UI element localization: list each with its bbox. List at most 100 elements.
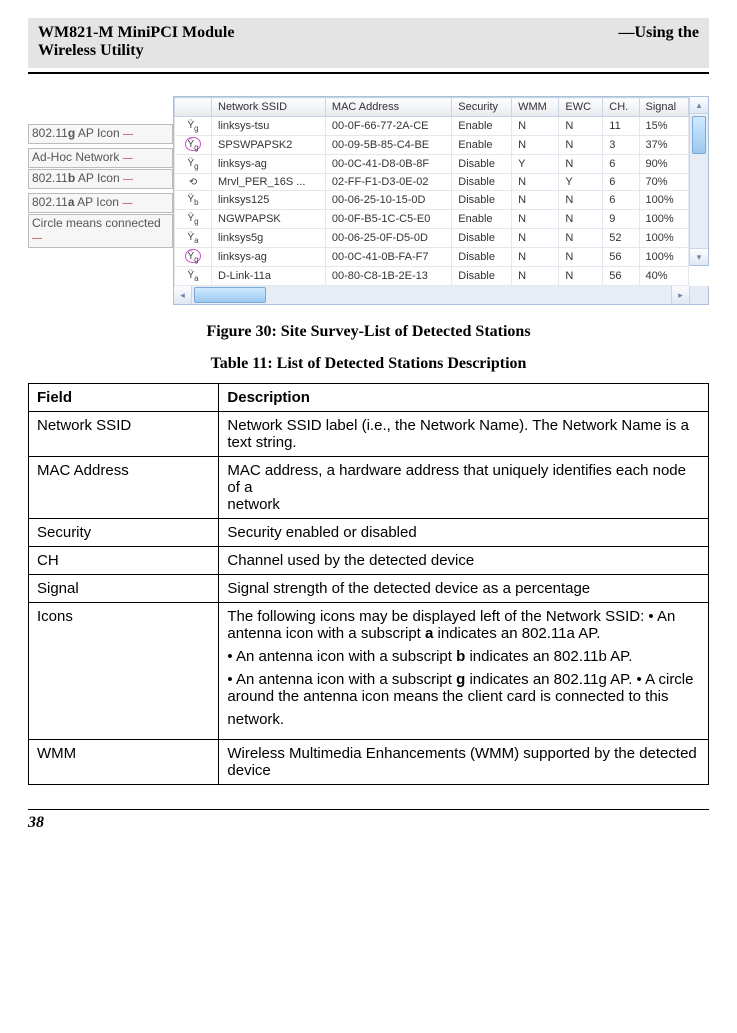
scroll-down-arrow-icon[interactable]: ▾ xyxy=(690,248,708,265)
cell-mac: 02-FF-F1-D3-0E-02 xyxy=(325,174,451,191)
table-row[interactable]: ŸgNGWPAPSK00-0F-B5-1C-C5-E0EnableNN9100% xyxy=(175,210,689,229)
cell-mac: 00-0C-41-D8-0B-8F xyxy=(325,155,451,174)
antenna-a-icon: Ÿa xyxy=(175,267,212,286)
cell-ssid: linksys-ag xyxy=(212,155,326,174)
cell-signal: 15% xyxy=(639,117,688,136)
cell-security: Enable xyxy=(452,136,512,155)
desc-description: Security enabled or disabled xyxy=(219,519,709,547)
antenna-g-icon: Ÿg xyxy=(175,248,212,267)
cell-signal: 70% xyxy=(639,174,688,191)
desc-header-field: Field xyxy=(29,384,219,412)
desc-description: The following icons may be displayed lef… xyxy=(219,603,709,740)
cell-signal: 100% xyxy=(639,248,688,267)
desc-row: IconsThe following icons may be displaye… xyxy=(29,603,709,740)
annotation-label: 802.11g AP Icon — xyxy=(28,124,173,144)
column-header[interactable]: Signal xyxy=(639,98,688,117)
table-row[interactable]: Ÿalinksys5g00-06-25-0F-D5-0DDisableNN521… xyxy=(175,229,689,248)
table-row[interactable]: ⟲Mrvl_PER_16S ...02-FF-F1-D3-0E-02Disabl… xyxy=(175,174,689,191)
cell-ch: 3 xyxy=(603,136,639,155)
cell-security: Disable xyxy=(452,248,512,267)
h-scroll-track[interactable] xyxy=(192,286,671,304)
antenna-a-icon: Ÿa xyxy=(175,229,212,248)
desc-header-description: Description xyxy=(219,384,709,412)
cell-ssid: linksys-tsu xyxy=(212,117,326,136)
desc-row: WMMWireless Multimedia Enhancements (WMM… xyxy=(29,740,709,785)
cell-ewc: N xyxy=(559,248,603,267)
cell-ewc: N xyxy=(559,267,603,286)
cell-signal: 90% xyxy=(639,155,688,174)
cell-security: Disable xyxy=(452,191,512,210)
antenna-g-icon: Ÿg xyxy=(175,117,212,136)
cell-signal: 100% xyxy=(639,210,688,229)
cell-signal: 40% xyxy=(639,267,688,286)
figure-caption: Figure 30: Site Survey-List of Detected … xyxy=(28,323,709,341)
desc-row: Network SSIDNetwork SSID label (i.e., th… xyxy=(29,412,709,457)
stations-header-row: Network SSIDMAC AddressSecurityWMMEWCCH.… xyxy=(175,98,689,117)
column-header[interactable]: MAC Address xyxy=(325,98,451,117)
desc-field: Network SSID xyxy=(29,412,219,457)
column-header[interactable]: Security xyxy=(452,98,512,117)
cell-security: Disable xyxy=(452,267,512,286)
cell-ch: 11 xyxy=(603,117,639,136)
annotation-label: 802.11a AP Icon — xyxy=(28,193,173,213)
v-scroll-thumb[interactable] xyxy=(692,116,706,154)
v-scroll-track[interactable] xyxy=(690,116,708,248)
cell-wmm: N xyxy=(512,267,559,286)
scroll-corner xyxy=(689,286,708,304)
vertical-scrollbar[interactable]: ▴ ▾ xyxy=(689,96,709,266)
column-header[interactable]: EWC xyxy=(559,98,603,117)
annotation-labels: 802.11g AP Icon —Ad-Hoc Network —802.11b… xyxy=(28,96,173,252)
cell-signal: 100% xyxy=(639,191,688,210)
cell-mac: 00-06-25-0F-D5-0D xyxy=(325,229,451,248)
column-header[interactable]: Network SSID xyxy=(212,98,326,117)
scroll-up-arrow-icon[interactable]: ▴ xyxy=(690,97,708,114)
cell-ch: 52 xyxy=(603,229,639,248)
horizontal-scrollbar[interactable]: ◂ ▸ xyxy=(173,286,709,305)
table-row[interactable]: Ÿglinksys-tsu00-0F-66-77-2A-CEEnableNN11… xyxy=(175,117,689,136)
header-right: —Using the xyxy=(619,24,699,41)
column-header[interactable]: CH. xyxy=(603,98,639,117)
desc-row: CHChannel used by the detected device xyxy=(29,547,709,575)
antenna-g-icon: Ÿg xyxy=(175,155,212,174)
desc-row: MAC AddressMAC address, a hardware addre… xyxy=(29,457,709,519)
cell-security: Disable xyxy=(452,229,512,248)
table-row[interactable]: ŸgSPSWPAPSK200-09-5B-85-C4-BEEnableNN337… xyxy=(175,136,689,155)
cell-security: Enable xyxy=(452,210,512,229)
cell-ewc: N xyxy=(559,210,603,229)
cell-wmm: N xyxy=(512,117,559,136)
site-survey-screenshot: 802.11g AP Icon —Ad-Hoc Network —802.11b… xyxy=(28,96,709,305)
annotation-label: 802.11b AP Icon — xyxy=(28,169,173,189)
desc-row: SignalSignal strength of the detected de… xyxy=(29,575,709,603)
desc-description: MAC address, a hardware address that uni… xyxy=(219,457,709,519)
cell-ewc: N xyxy=(559,191,603,210)
cell-ssid: D-Link-11a xyxy=(212,267,326,286)
cell-wmm: Y xyxy=(512,155,559,174)
cell-security: Disable xyxy=(452,174,512,191)
page-number: 38 xyxy=(28,809,709,832)
header-left-line2: Wireless Utility xyxy=(38,42,144,59)
column-header[interactable]: WMM xyxy=(512,98,559,117)
col-icon[interactable] xyxy=(175,98,212,117)
table-row[interactable]: Ÿglinksys-ag00-0C-41-0B-FA-F7DisableNN56… xyxy=(175,248,689,267)
cell-signal: 100% xyxy=(639,229,688,248)
scroll-left-arrow-icon[interactable]: ◂ xyxy=(174,286,192,304)
cell-wmm: N xyxy=(512,174,559,191)
table-row[interactable]: Ÿblinksys12500-06-25-10-15-0DDisableNN61… xyxy=(175,191,689,210)
desc-field: Icons xyxy=(29,603,219,740)
cell-ssid: NGWPAPSK xyxy=(212,210,326,229)
h-scroll-thumb[interactable] xyxy=(194,287,266,303)
cell-ssid: linksys-ag xyxy=(212,248,326,267)
desc-description: Wireless Multimedia Enhancements (WMM) s… xyxy=(219,740,709,785)
annotation-label: Circle means connected — xyxy=(28,214,173,248)
cell-ewc: N xyxy=(559,117,603,136)
table-row[interactable]: Ÿglinksys-ag00-0C-41-D8-0B-8FDisableYN69… xyxy=(175,155,689,174)
cell-wmm: N xyxy=(512,229,559,248)
cell-ewc: N xyxy=(559,229,603,248)
cell-signal: 37% xyxy=(639,136,688,155)
cell-ewc: N xyxy=(559,136,603,155)
table-row[interactable]: ŸaD-Link-11a00-80-C8-1B-2E-13DisableNN56… xyxy=(175,267,689,286)
table-caption: Table 11: List of Detected Stations Desc… xyxy=(28,355,709,373)
scroll-right-arrow-icon[interactable]: ▸ xyxy=(671,286,689,304)
adhoc-icon: ⟲ xyxy=(175,174,212,191)
cell-ch: 6 xyxy=(603,174,639,191)
